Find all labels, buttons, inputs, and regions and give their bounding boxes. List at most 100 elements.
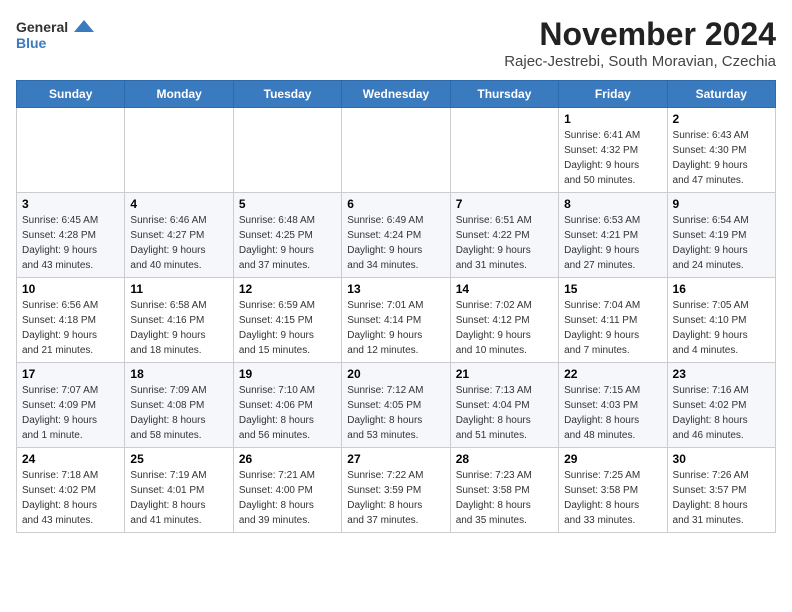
day-info: Sunrise: 7:18 AMSunset: 4:02 PMDaylight:… <box>22 468 119 528</box>
day-info: Sunrise: 6:43 AMSunset: 4:30 PMDaylight:… <box>673 128 770 188</box>
day-info: Sunrise: 7:05 AMSunset: 4:10 PMDaylight:… <box>673 298 770 358</box>
day-number: 6 <box>347 197 444 211</box>
day-info: Sunrise: 6:49 AMSunset: 4:24 PMDaylight:… <box>347 213 444 273</box>
day-info: Sunrise: 7:09 AMSunset: 4:08 PMDaylight:… <box>130 383 227 443</box>
day-number: 25 <box>130 452 227 466</box>
weekday-header: Saturday <box>667 81 775 108</box>
day-number: 19 <box>239 367 336 381</box>
day-info: Sunrise: 7:15 AMSunset: 4:03 PMDaylight:… <box>564 383 661 443</box>
calendar-cell <box>17 108 125 193</box>
location-title: Rajec-Jestrebi, South Moravian, Czechia <box>504 53 776 70</box>
day-info: Sunrise: 7:19 AMSunset: 4:01 PMDaylight:… <box>130 468 227 528</box>
day-number: 9 <box>673 197 770 211</box>
day-number: 17 <box>22 367 119 381</box>
day-number: 14 <box>456 282 553 296</box>
calendar-cell: 10Sunrise: 6:56 AMSunset: 4:18 PMDayligh… <box>17 278 125 363</box>
day-number: 18 <box>130 367 227 381</box>
day-info: Sunrise: 7:25 AMSunset: 3:58 PMDaylight:… <box>564 468 661 528</box>
calendar-cell: 28 Sunrise: 7:23 AMSunset: 3:58 PMDayligh… <box>450 448 558 533</box>
day-info: Sunrise: 7:13 AMSunset: 4:04 PMDaylight:… <box>456 383 553 443</box>
day-info: Sunrise: 7:04 AMSunset: 4:11 PMDaylight:… <box>564 298 661 358</box>
calendar-cell: 8 Sunrise: 6:53 AMSunset: 4:21 PMDaylight… <box>559 193 667 278</box>
day-info: Sunrise: 6:45 AMSunset: 4:28 PMDaylight:… <box>22 213 119 273</box>
day-info: Sunrise: 7:12 AMSunset: 4:05 PMDaylight:… <box>347 383 444 443</box>
day-number: 12 <box>239 282 336 296</box>
day-info: Sunrise: 7:01 AMSunset: 4:14 PMDaylight:… <box>347 298 444 358</box>
month-title: November 2024 <box>504 16 776 53</box>
calendar-cell: 14 Sunrise: 7:02 AMSunset: 4:12 PMDayligh… <box>450 278 558 363</box>
calendar-cell: 7 Sunrise: 6:51 AMSunset: 4:22 PMDaylight… <box>450 193 558 278</box>
calendar-cell: 4 Sunrise: 6:46 AMSunset: 4:27 PMDaylight… <box>125 193 233 278</box>
calendar-cell <box>450 108 558 193</box>
calendar-cell: 11 Sunrise: 6:58 AMSunset: 4:16 PMDayligh… <box>125 278 233 363</box>
day-number: 10 <box>22 282 119 296</box>
calendar-cell: 25 Sunrise: 7:19 AMSunset: 4:01 PMDayligh… <box>125 448 233 533</box>
day-number: 3 <box>22 197 119 211</box>
title-section: November 2024 Rajec-Jestrebi, South Mora… <box>504 16 776 70</box>
calendar-cell: 22Sunrise: 7:15 AMSunset: 4:03 PMDayligh… <box>559 363 667 448</box>
calendar-cell: 17 Sunrise: 7:07 AMSunset: 4:09 PMDayligh… <box>17 363 125 448</box>
calendar-cell: 13 Sunrise: 7:01 AMSunset: 4:14 PMDayligh… <box>342 278 450 363</box>
calendar-cell: 29 Sunrise: 7:25 AMSunset: 3:58 PMDayligh… <box>559 448 667 533</box>
day-number: 11 <box>130 282 227 296</box>
day-info: Sunrise: 7:21 AMSunset: 4:00 PMDaylight:… <box>239 468 336 528</box>
day-info: Sunrise: 6:48 AMSunset: 4:25 PMDaylight:… <box>239 213 336 273</box>
calendar-cell: 20Sunrise: 7:12 AMSunset: 4:05 PMDayligh… <box>342 363 450 448</box>
day-number: 4 <box>130 197 227 211</box>
day-number: 1 <box>564 112 661 126</box>
day-number: 15 <box>564 282 661 296</box>
weekday-header: Friday <box>559 81 667 108</box>
weekday-header: Monday <box>125 81 233 108</box>
day-number: 23 <box>673 367 770 381</box>
day-info: Sunrise: 7:16 AMSunset: 4:02 PMDaylight:… <box>673 383 770 443</box>
calendar-cell: 24 Sunrise: 7:18 AMSunset: 4:02 PMDayligh… <box>17 448 125 533</box>
calendar-cell: 18 Sunrise: 7:09 AMSunset: 4:08 PMDayligh… <box>125 363 233 448</box>
day-info: Sunrise: 7:23 AMSunset: 3:58 PMDaylight:… <box>456 468 553 528</box>
weekday-header: Thursday <box>450 81 558 108</box>
svg-text:Blue: Blue <box>16 35 47 51</box>
day-info: Sunrise: 6:59 AMSunset: 4:15 PMDaylight:… <box>239 298 336 358</box>
day-number: 13 <box>347 282 444 296</box>
weekday-header: Tuesday <box>233 81 341 108</box>
day-info: Sunrise: 7:22 AMSunset: 3:59 PMDaylight:… <box>347 468 444 528</box>
day-info: Sunrise: 7:07 AMSunset: 4:09 PMDaylight:… <box>22 383 119 443</box>
day-info: Sunrise: 6:54 AMSunset: 4:19 PMDaylight:… <box>673 213 770 273</box>
day-number: 16 <box>673 282 770 296</box>
day-number: 7 <box>456 197 553 211</box>
day-info: Sunrise: 6:53 AMSunset: 4:21 PMDaylight:… <box>564 213 661 273</box>
calendar-cell: 12 Sunrise: 6:59 AMSunset: 4:15 PMDayligh… <box>233 278 341 363</box>
logo: General Blue <box>16 16 100 56</box>
calendar-cell: 16 Sunrise: 7:05 AMSunset: 4:10 PMDayligh… <box>667 278 775 363</box>
weekday-header: Wednesday <box>342 81 450 108</box>
calendar-cell: 30 Sunrise: 7:26 AMSunset: 3:57 PMDayligh… <box>667 448 775 533</box>
day-number: 24 <box>22 452 119 466</box>
calendar-cell <box>125 108 233 193</box>
calendar-cell: 21Sunrise: 7:13 AMSunset: 4:04 PMDayligh… <box>450 363 558 448</box>
day-info: Sunrise: 7:02 AMSunset: 4:12 PMDaylight:… <box>456 298 553 358</box>
calendar-cell: 2 Sunrise: 6:43 AMSunset: 4:30 PMDaylight… <box>667 108 775 193</box>
day-number: 28 <box>456 452 553 466</box>
calendar-cell: 27Sunrise: 7:22 AMSunset: 3:59 PMDayligh… <box>342 448 450 533</box>
calendar-cell: 3 Sunrise: 6:45 AMSunset: 4:28 PMDaylight… <box>17 193 125 278</box>
day-info: Sunrise: 6:46 AMSunset: 4:27 PMDaylight:… <box>130 213 227 273</box>
day-number: 5 <box>239 197 336 211</box>
day-number: 26 <box>239 452 336 466</box>
calendar-cell: 15 Sunrise: 7:04 AMSunset: 4:11 PMDayligh… <box>559 278 667 363</box>
day-info: Sunrise: 7:26 AMSunset: 3:57 PMDaylight:… <box>673 468 770 528</box>
calendar-table: SundayMondayTuesdayWednesdayThursdayFrid… <box>16 80 776 533</box>
day-number: 30 <box>673 452 770 466</box>
calendar-cell: 6 Sunrise: 6:49 AMSunset: 4:24 PMDaylight… <box>342 193 450 278</box>
header: General Blue November 2024 Rajec-Jestreb… <box>16 16 776 70</box>
calendar-cell <box>342 108 450 193</box>
weekday-header: Sunday <box>17 81 125 108</box>
day-number: 8 <box>564 197 661 211</box>
day-number: 29 <box>564 452 661 466</box>
day-info: Sunrise: 6:51 AMSunset: 4:22 PMDaylight:… <box>456 213 553 273</box>
day-number: 2 <box>673 112 770 126</box>
calendar-cell: 1Sunrise: 6:41 AMSunset: 4:32 PMDaylight… <box>559 108 667 193</box>
calendar-cell: 23 Sunrise: 7:16 AMSunset: 4:02 PMDayligh… <box>667 363 775 448</box>
svg-text:General: General <box>16 19 68 35</box>
calendar-cell: 5 Sunrise: 6:48 AMSunset: 4:25 PMDaylight… <box>233 193 341 278</box>
calendar-cell <box>233 108 341 193</box>
day-info: Sunrise: 6:58 AMSunset: 4:16 PMDaylight:… <box>130 298 227 358</box>
